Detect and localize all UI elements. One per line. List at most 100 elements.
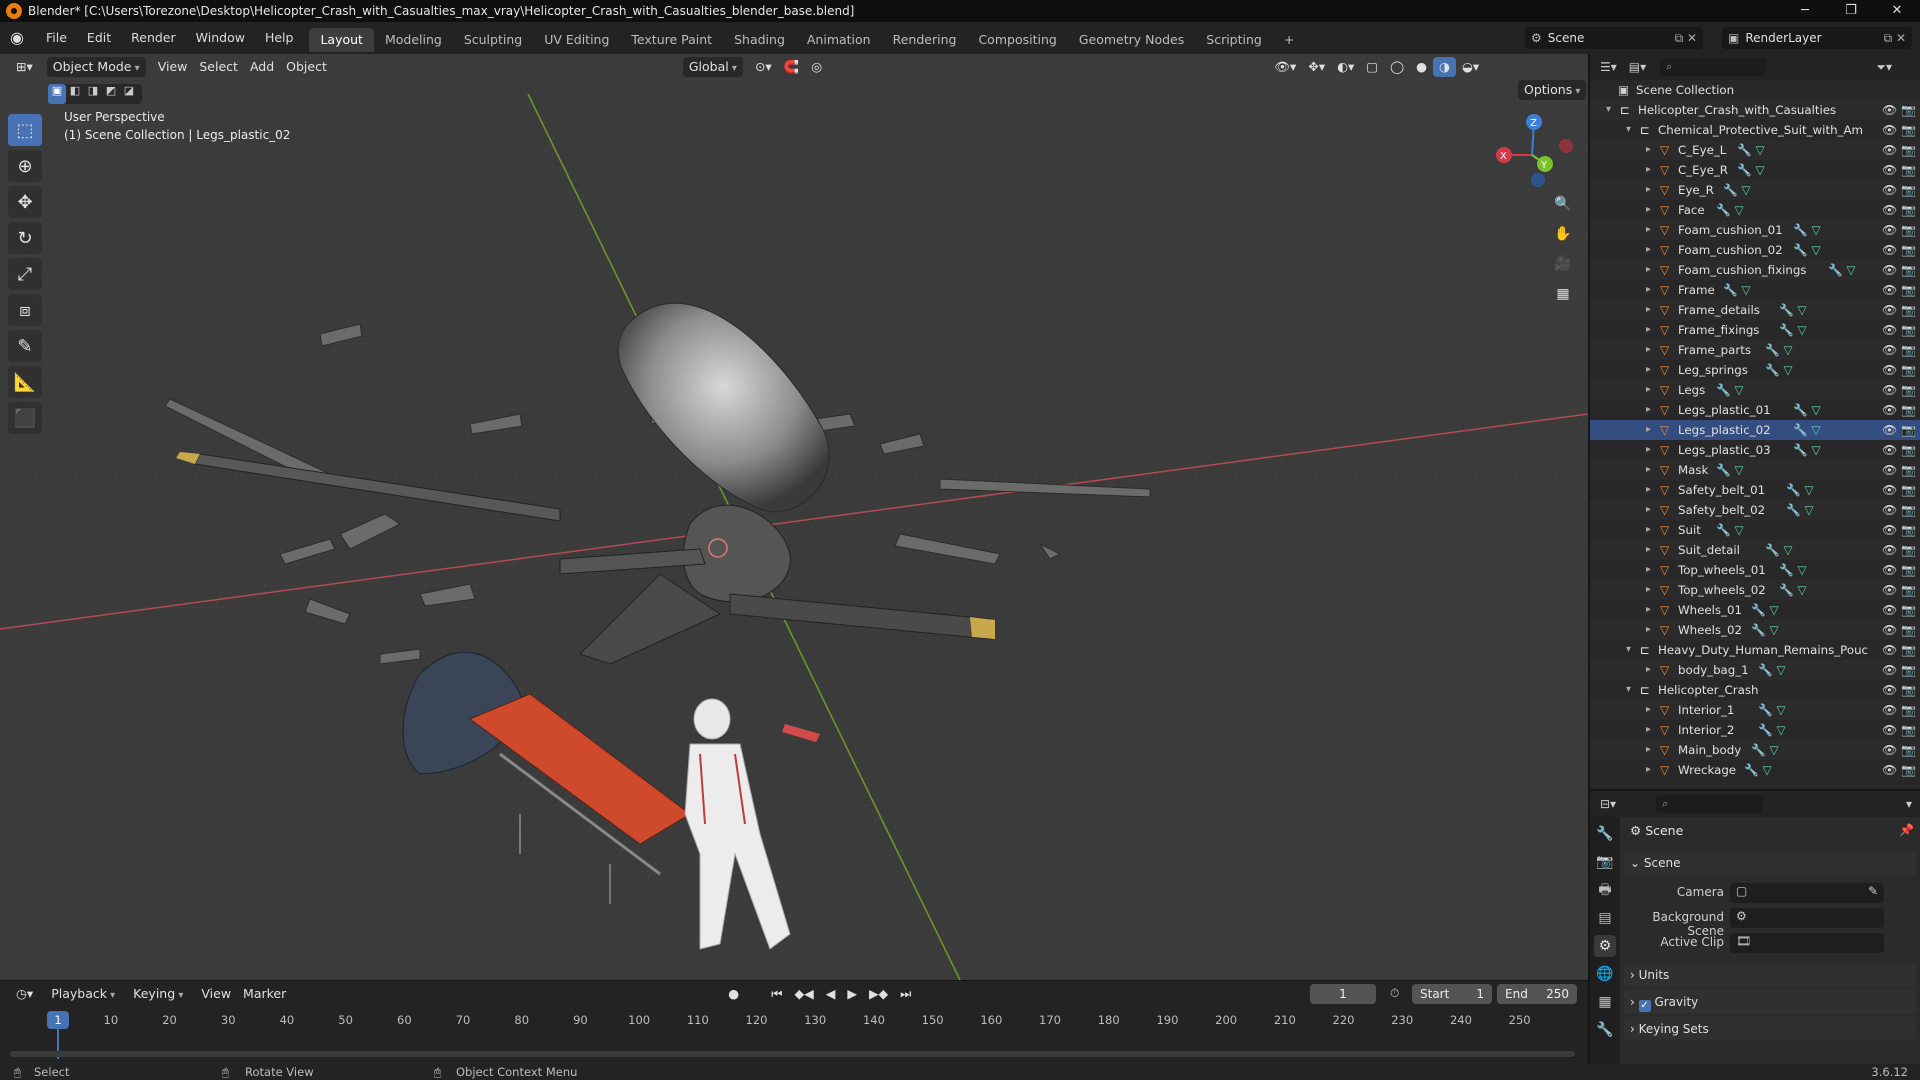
menu-window[interactable]: Window bbox=[186, 22, 255, 54]
outliner-row[interactable]: ▸ ▽ Frame_details 🔧 ▽ 👁 📷 bbox=[1590, 300, 1920, 320]
expand-right-icon[interactable]: ▸ bbox=[1646, 140, 1651, 160]
expand-right-icon[interactable]: ▸ bbox=[1646, 400, 1651, 420]
options-dropdown[interactable]: Options bbox=[1518, 80, 1587, 100]
background-scene-field[interactable]: ⚙ bbox=[1730, 908, 1884, 928]
new-view-layer-icon[interactable]: ⧉ ✕ bbox=[1884, 31, 1906, 46]
visibility-eye-icon[interactable]: 👁 📷 bbox=[1882, 380, 1916, 400]
pivot-icon[interactable]: ⊙▾ bbox=[749, 57, 778, 77]
blender-menu-icon[interactable]: ◉ bbox=[8, 29, 26, 47]
outliner-row[interactable]: ▸ ▽ Suit 🔧 ▽ 👁 📷 bbox=[1590, 520, 1920, 540]
visibility-eye-icon[interactable]: 👁 📷 bbox=[1882, 440, 1916, 460]
tab-layout[interactable]: Layout bbox=[309, 28, 374, 52]
scene-selector[interactable]: ⚙ Scene ⧉ ✕ bbox=[1525, 27, 1703, 49]
outliner-row[interactable]: ▸ ▽ Eye_R 🔧 ▽ 👁 📷 bbox=[1590, 180, 1920, 200]
expand-right-icon[interactable]: ▸ bbox=[1646, 260, 1651, 280]
outliner-row[interactable]: ▾ ⊏ Helicopter_Crash 👁 📷 bbox=[1590, 680, 1920, 700]
playhead-frame-label[interactable]: 1 bbox=[47, 1011, 69, 1029]
pin-icon[interactable]: 📌 bbox=[1899, 823, 1914, 837]
visibility-eye-icon[interactable]: 👁 📷 bbox=[1882, 760, 1916, 780]
mesh-data-icon[interactable]: ▽ bbox=[1734, 203, 1743, 217]
render-tab-icon[interactable]: 📷 bbox=[1594, 851, 1616, 873]
modifier-icon[interactable]: 🔧 bbox=[1758, 723, 1776, 737]
maximize-button[interactable]: ❐ bbox=[1828, 0, 1874, 22]
modifier-icon[interactable]: 🔧 bbox=[1779, 323, 1797, 337]
visibility-eye-icon[interactable]: 👁 📷 bbox=[1882, 220, 1916, 240]
tab-shading[interactable]: Shading bbox=[723, 28, 796, 52]
select-menu[interactable]: Select bbox=[193, 57, 244, 77]
modifier-icon[interactable]: 🔧 bbox=[1723, 183, 1741, 197]
shading-material-icon[interactable]: ◑ bbox=[1433, 57, 1456, 77]
zoom-icon[interactable]: 🔍 bbox=[1550, 196, 1576, 222]
tab-scripting[interactable]: Scripting bbox=[1195, 28, 1273, 52]
tab-animation[interactable]: Animation bbox=[796, 28, 882, 52]
visibility-eye-icon[interactable]: 👁 📷 bbox=[1882, 180, 1916, 200]
start-frame-field[interactable]: Start 1 bbox=[1412, 984, 1492, 1004]
active-clip-field[interactable]: 🎞 bbox=[1730, 933, 1884, 953]
jump-end-icon[interactable]: ⏭ bbox=[894, 984, 917, 1004]
outliner-row[interactable]: ▸ ▽ Top_wheels_01 🔧 ▽ 👁 📷 bbox=[1590, 560, 1920, 580]
overlay-toggle-icon[interactable]: ◐▾ bbox=[1331, 57, 1360, 77]
tab-sculpting[interactable]: Sculpting bbox=[453, 28, 533, 52]
modifier-icon[interactable]: 🔧 bbox=[1751, 623, 1769, 637]
outliner-row[interactable]: ▸ ▽ Top_wheels_02 🔧 ▽ 👁 📷 bbox=[1590, 580, 1920, 600]
gizmo-toggle-icon[interactable]: ✥▾ bbox=[1302, 57, 1331, 77]
expand-down-icon[interactable]: ▾ bbox=[1626, 680, 1631, 700]
mesh-data-icon[interactable]: ▽ bbox=[1734, 463, 1743, 477]
mesh-data-icon[interactable]: ▽ bbox=[1762, 763, 1771, 777]
mesh-data-icon[interactable]: ▽ bbox=[1769, 603, 1778, 617]
expand-right-icon[interactable]: ▸ bbox=[1646, 600, 1651, 620]
modifier-icon[interactable]: 🔧 bbox=[1751, 603, 1769, 617]
mesh-data-icon[interactable]: ▽ bbox=[1804, 503, 1813, 517]
visibility-eye-icon[interactable]: 👁 📷 bbox=[1882, 240, 1916, 260]
outliner-row[interactable]: ▸ ▽ Interior_1 🔧 ▽ 👁 📷 bbox=[1590, 700, 1920, 720]
shading-wireframe-icon[interactable]: ◯ bbox=[1384, 57, 1410, 77]
mesh-data-icon[interactable]: ▽ bbox=[1797, 303, 1806, 317]
mesh-data-icon[interactable]: ▽ bbox=[1776, 703, 1785, 717]
gravity-checkbox[interactable]: ✓ bbox=[1638, 1000, 1651, 1012]
visibility-eye-icon[interactable]: 👁 📷 bbox=[1882, 480, 1916, 500]
expand-right-icon[interactable]: ▸ bbox=[1646, 200, 1651, 220]
expand-right-icon[interactable]: ▸ bbox=[1646, 360, 1651, 380]
outliner-row[interactable]: ▸ ▽ Foam_cushion_fixings 🔧 ▽ 👁 📷 bbox=[1590, 260, 1920, 280]
expand-right-icon[interactable]: ▸ bbox=[1646, 720, 1651, 740]
visibility-eye-icon[interactable]: 👁 📷 bbox=[1882, 680, 1916, 700]
modifier-icon[interactable]: 🔧 bbox=[1758, 703, 1776, 717]
eyedropper-icon[interactable]: ✎ bbox=[1868, 884, 1878, 898]
mesh-data-icon[interactable]: ▽ bbox=[1811, 243, 1820, 257]
expand-right-icon[interactable]: ▸ bbox=[1646, 220, 1651, 240]
scene-panel-header[interactable]: ⌄ Scene bbox=[1624, 851, 1916, 875]
scale-tool-icon[interactable]: ⤢ bbox=[8, 258, 42, 290]
expand-right-icon[interactable]: ▸ bbox=[1646, 740, 1651, 760]
tab-rendering[interactable]: Rendering bbox=[882, 28, 968, 52]
select-extend-icon[interactable]: ◧ bbox=[66, 84, 84, 104]
camera-view-icon[interactable]: 🎥 bbox=[1550, 256, 1576, 282]
expand-right-icon[interactable]: ▸ bbox=[1646, 280, 1651, 300]
outliner-row[interactable]: ▾ ⊏ Helicopter_Crash_with_Casualties 👁 📷 bbox=[1590, 100, 1920, 120]
properties-search-input[interactable]: ⌕ bbox=[1656, 795, 1763, 813]
tab-modeling[interactable]: Modeling bbox=[374, 28, 453, 52]
visibility-eye-icon[interactable]: 👁 📷 bbox=[1882, 580, 1916, 600]
expand-right-icon[interactable]: ▸ bbox=[1646, 240, 1651, 260]
menu-file[interactable]: File bbox=[36, 22, 77, 54]
play-reverse-icon[interactable]: ◀ bbox=[820, 984, 842, 1004]
modifier-icon[interactable]: 🔧 bbox=[1751, 743, 1769, 757]
mesh-data-icon[interactable]: ▽ bbox=[1811, 443, 1820, 457]
outliner-row[interactable]: ▸ ▽ Safety_belt_02 🔧 ▽ 👁 📷 bbox=[1590, 500, 1920, 520]
world-tab-icon[interactable]: 🌐 bbox=[1594, 963, 1616, 985]
modifier-icon[interactable]: 🔧 bbox=[1716, 203, 1734, 217]
timeline[interactable]: ◷▾ Playback Keying View Marker ● ⏮ ◆◀ ◀ … bbox=[0, 980, 1588, 1065]
visibility-eye-icon[interactable]: 👁 📷 bbox=[1882, 140, 1916, 160]
visibility-eye-icon[interactable]: 👁 📷 bbox=[1882, 720, 1916, 740]
view-menu[interactable]: View bbox=[152, 57, 194, 77]
modifier-icon[interactable]: 🔧 bbox=[1793, 423, 1811, 437]
modifier-icon[interactable]: 🔧 bbox=[1744, 763, 1762, 777]
outliner-row[interactable]: ▸ ▽ Leg_springs 🔧 ▽ 👁 📷 bbox=[1590, 360, 1920, 380]
stopwatch-icon[interactable]: ⏱ bbox=[1390, 986, 1399, 1001]
rotate-tool-icon[interactable]: ↻ bbox=[8, 222, 42, 254]
expand-right-icon[interactable]: ▸ bbox=[1646, 520, 1651, 540]
gizmo-neg-x-icon[interactable] bbox=[1559, 139, 1573, 153]
outliner-search-input[interactable]: ⌕ bbox=[1660, 58, 1767, 76]
modifier-icon[interactable]: 🔧 bbox=[1758, 663, 1776, 677]
outliner-row[interactable]: ▸ ▽ Legs_plastic_03 🔧 ▽ 👁 📷 bbox=[1590, 440, 1920, 460]
visibility-eye-icon[interactable]: 👁 📷 bbox=[1882, 120, 1916, 140]
